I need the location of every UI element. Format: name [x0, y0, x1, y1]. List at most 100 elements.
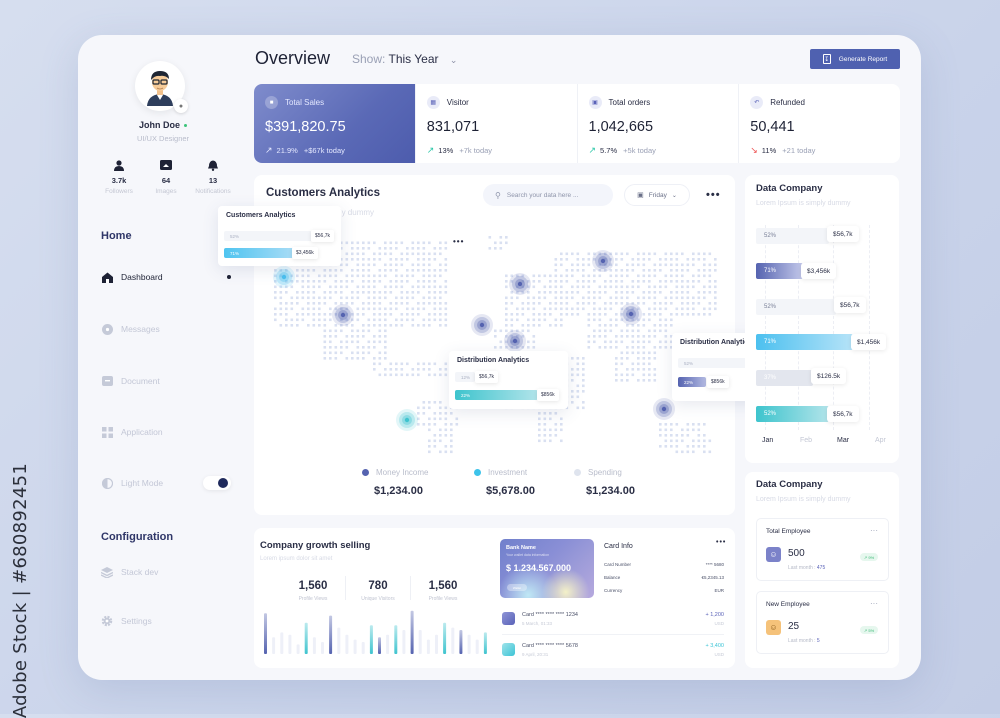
user-icon: ●: [174, 99, 188, 113]
toggle-knob: [218, 478, 228, 488]
sidebar-item-document[interactable]: Document: [101, 375, 231, 387]
kpi-visitor[interactable]: ▦ Visitor 831,071 ↗ 13% +7k today: [416, 84, 578, 163]
stat-notifications[interactable]: 13 Notifications: [190, 160, 236, 195]
growth-bar: [361, 642, 365, 654]
data-company-value-tag: $56,7k: [827, 406, 859, 422]
growth-bar: [345, 634, 349, 654]
card-icon: [502, 612, 515, 625]
growth-bar: [410, 610, 414, 654]
growth-bar: [402, 630, 406, 654]
user-name: John Doe: [78, 120, 248, 130]
legend-investment: Investment $5,678.00: [474, 468, 535, 497]
growth-bar: [435, 634, 438, 654]
growth-bar: [280, 632, 284, 654]
more-options-icon[interactable]: ···: [870, 526, 878, 535]
grid-icon: [101, 426, 113, 438]
transaction-row[interactable]: Card **** **** **** 5678 9 April, 20:31 …: [502, 641, 724, 663]
dist-left-tag-2: $856k: [537, 389, 559, 401]
dist-right-tag-2: $856k: [707, 376, 729, 388]
chevron-down-icon: ⌄: [671, 192, 677, 199]
dist-left-bar-2: 22%: [455, 390, 538, 400]
month-label: Mar: [837, 437, 850, 444]
location-pin[interactable]: [471, 314, 493, 336]
avatar-illustration: [147, 71, 173, 106]
kpi-total-sales[interactable]: ■ Total Sales $391,820.75 ↗ 21.9% +$67k tod…: [254, 84, 416, 163]
growth-subtitle: Lorem ipsum dolor sit amet: [260, 556, 333, 562]
location-pin[interactable]: [653, 398, 675, 420]
growth-bar: [329, 615, 333, 654]
growth-bar: [418, 630, 422, 654]
growth-bar: [288, 634, 292, 654]
growth-badge: ↗ 5%: [860, 626, 878, 634]
card-info-row: Currency EUR: [604, 588, 724, 593]
generate-report-button[interactable]: ↧ Generate Report: [810, 49, 900, 69]
grid-line: [833, 225, 834, 430]
sidebar-item-stack-dev[interactable]: Stack dev: [101, 566, 231, 578]
refund-icon: ↶: [750, 96, 764, 109]
growth-bar: [483, 632, 487, 654]
user-role: UI/UX Designer: [136, 134, 190, 143]
home-icon: [101, 271, 113, 283]
location-pin[interactable]: [592, 250, 614, 272]
growth-bar: [337, 627, 341, 654]
sidebar-item-messages[interactable]: Messages: [101, 323, 231, 335]
sidebar-item-settings[interactable]: Settings: [101, 615, 231, 627]
customers-analytics-popover: Customers Analytics 52% $56,7k 71% $3,45…: [218, 206, 341, 266]
growth-bar: [378, 637, 381, 654]
new-employee-card[interactable]: New Employee ··· ☺ 25 Last month : 5 ↗ 5…: [756, 591, 889, 654]
location-pin[interactable]: [332, 304, 354, 326]
kpi-refunded[interactable]: ↶ Refunded 50,441 ↘ 11% +21 today: [739, 84, 900, 163]
data-company-2-title: Data Company: [756, 479, 823, 490]
data-company-title: Data Company: [756, 183, 823, 194]
location-pin[interactable]: [509, 273, 531, 295]
period-selector[interactable]: Show: This Year ⌄: [352, 52, 457, 66]
card-info-more-icon[interactable]: •••: [716, 539, 726, 546]
location-pin[interactable]: [273, 266, 295, 288]
sidebar-item-light-mode[interactable]: Light Mode: [101, 476, 231, 490]
growth-bar: [394, 625, 398, 654]
total-employee-card[interactable]: Total Employee ··· ☺ 500 Last month : 47…: [756, 518, 889, 581]
bank-card[interactable]: Bank Name Your wallet data information $…: [500, 539, 594, 598]
stat-images[interactable]: 64 Images: [143, 160, 189, 195]
growth-bar: [426, 639, 430, 654]
stat-followers[interactable]: 3.7k Followers: [96, 160, 142, 195]
sidebar: ● John Doe UI/UX Designer 3.7k Followers…: [78, 35, 248, 680]
sidebar-item-dashboard[interactable]: Dashboard: [101, 271, 231, 283]
calendar-icon: ▣: [637, 192, 644, 199]
dist-left-tag-1: $56,7k: [475, 371, 499, 383]
month-label: Feb: [800, 437, 813, 444]
wallet-button[interactable]: Wallet: [507, 584, 527, 591]
growth-bar: [475, 639, 479, 654]
card-info-row: Card Number **** 5680: [604, 562, 724, 567]
search-input[interactable]: ⚲ Search your data here ...: [483, 184, 613, 206]
nav-heading-home: Home: [101, 230, 132, 242]
avatar[interactable]: ●: [135, 61, 188, 113]
transaction-row[interactable]: Card **** **** **** 1234 5 March, 01:33 …: [502, 610, 724, 632]
data-company-value-tag: $1,456k: [851, 334, 887, 350]
trend-down-icon: ↘: [750, 145, 758, 155]
legend-spending: Spending $1,234.00: [574, 468, 635, 497]
grid-line: [798, 225, 799, 430]
nav-heading-configuration: Configuration: [101, 531, 174, 543]
light-mode-toggle[interactable]: [203, 476, 231, 490]
document-icon: [101, 375, 113, 387]
trend-up-icon: ↗: [426, 145, 435, 155]
gear-icon: [101, 615, 113, 627]
trend-up-icon: ↗: [863, 554, 868, 560]
customers-analytics-title: Customers Analytics: [266, 187, 380, 199]
card-info-title: Card Info: [604, 543, 633, 550]
growth-title: Company growth selling: [260, 540, 371, 551]
location-pin[interactable]: [620, 303, 642, 325]
bell-icon: [190, 160, 236, 172]
location-pin[interactable]: [396, 409, 418, 431]
layers-icon: [101, 566, 113, 578]
location-pin[interactable]: [504, 330, 526, 352]
sidebar-item-application[interactable]: Application: [101, 426, 231, 438]
more-options-icon[interactable]: •••: [706, 189, 721, 201]
more-options-icon[interactable]: ···: [870, 599, 878, 608]
data-company-2-subtitle: Lorem Ipsum is simply dummy: [756, 496, 851, 503]
kpi-total-orders[interactable]: ▣ Total orders 1,042,665 ↗ 5.7% +5k today: [578, 84, 740, 163]
watermark-label: Adobe Stock | #680892451: [10, 462, 32, 718]
day-select[interactable]: ▣ Friday ⌄: [624, 184, 690, 206]
growth-bar: [451, 627, 455, 654]
